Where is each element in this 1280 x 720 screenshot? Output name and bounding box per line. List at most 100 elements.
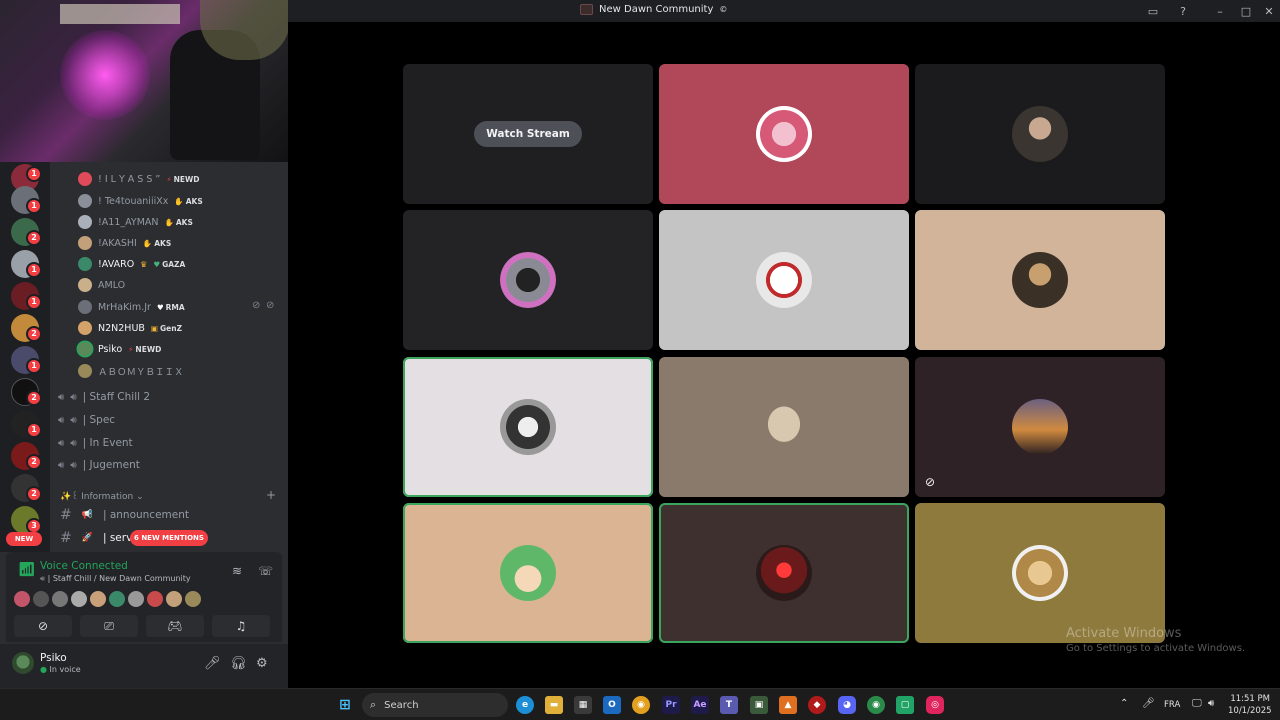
network-icon[interactable]: 🖵︎: [1192, 698, 1202, 709]
taskbar: ⊞ ⌕ Search e ▬ ▦ O ◉ Pr Ae T ▣ ▲ ◆ ◕ ◉ ▢…: [0, 688, 1280, 720]
volume-icon[interactable]: 🔊︎: [1208, 698, 1214, 709]
tag-text: NEWD: [135, 344, 162, 354]
voice-member[interactable]: Psiko ⚡ NEWD: [78, 339, 161, 359]
voice-member[interactable]: AMLO: [78, 275, 125, 295]
avatar: [756, 399, 812, 455]
avatar[interactable]: [166, 591, 182, 607]
tag-text: GAZA: [162, 259, 186, 269]
voice-channel-staff-chill-2[interactable]: 🔊︎ 🔊︎ | Staff Chill 2: [58, 387, 150, 407]
soundboard-icon[interactable]: ♫: [212, 615, 270, 637]
voice-member[interactable]: ! I L Y A S S ” ⚡ NEWD: [78, 169, 200, 189]
speaker-icon: 🔊︎: [40, 574, 46, 583]
channel-name: | announcement: [102, 509, 189, 521]
outlook-icon[interactable]: O: [603, 696, 621, 714]
voice-member[interactable]: ＡＢＯＭＹＢＩＩＸ: [78, 361, 184, 381]
avatar[interactable]: [12, 652, 34, 674]
crown-icon: ♛: [140, 259, 148, 269]
avatar[interactable]: [71, 591, 87, 607]
voice-member[interactable]: N2N2HUB ▣ GenZ: [78, 318, 182, 338]
microphone-tray-icon[interactable]: 🎤︎: [1142, 698, 1155, 709]
voice-connected-label[interactable]: Voice Connected: [40, 560, 128, 572]
close-icon[interactable]: ✕: [1258, 0, 1280, 22]
avatar[interactable]: [33, 591, 49, 607]
avatar[interactable]: [14, 591, 30, 607]
headphones-icon[interactable]: 🎧︎: [230, 656, 247, 671]
tag-icon: ⚡: [128, 344, 134, 354]
inbox-icon[interactable]: ▭: [1142, 0, 1164, 22]
screen-share-icon[interactable]: ⎚: [80, 615, 138, 637]
voice-member[interactable]: MrHaKim.Jr ♥ RMA: [78, 297, 185, 317]
participant-tile[interactable]: [659, 357, 909, 497]
noise-suppression-icon[interactable]: ≋: [232, 564, 242, 578]
participant-tile[interactable]: [659, 503, 909, 643]
disconnect-icon[interactable]: ☏: [258, 564, 273, 578]
user-status-text: In voice: [49, 665, 81, 674]
participant-tile[interactable]: [403, 503, 653, 643]
camera-off-icon[interactable]: ⊘: [14, 615, 72, 637]
voice-member[interactable]: !AKASHI ✋ AKS: [78, 233, 171, 253]
participant-tile[interactable]: [403, 357, 653, 497]
windows-start-icon[interactable]: ⊞: [336, 696, 354, 714]
new-mentions-pill[interactable]: 6 NEW MENTIONS: [130, 530, 208, 546]
user-name[interactable]: Psiko: [40, 652, 67, 664]
avatar: [78, 278, 92, 292]
voice-member[interactable]: !AVARO ♛ ♥ GAZA: [78, 254, 185, 274]
premiere-icon[interactable]: Pr: [662, 696, 680, 714]
avatar: [78, 364, 92, 378]
participant-tile[interactable]: [915, 503, 1165, 643]
avatar[interactable]: [185, 591, 201, 607]
voice-member[interactable]: !A11_AYMAN ✋ AKS: [78, 212, 193, 232]
edge-icon[interactable]: e: [516, 696, 534, 714]
add-channel-icon[interactable]: +: [266, 488, 276, 502]
microphone-icon[interactable]: 🎤︎: [204, 656, 221, 671]
voice-location[interactable]: 🔊︎ | Staff Chill / New Dawn Community: [40, 574, 191, 584]
tag-text: NEWD: [173, 174, 200, 184]
category-information[interactable]: ✨꒰ Information ⌄: [60, 490, 144, 502]
watch-stream-button[interactable]: Watch Stream: [474, 121, 582, 147]
app-icon-red[interactable]: ◆: [808, 696, 826, 714]
minimize-icon[interactable]: –: [1208, 0, 1232, 22]
voice-channel-jugement[interactable]: 🔊︎ 🔊︎ | Jugement: [58, 455, 140, 475]
voice-channel-spec[interactable]: 🔊︎ 🔊︎ | Spec: [58, 410, 115, 430]
chevron-up-icon[interactable]: ⌃: [1120, 698, 1128, 709]
participant-tile[interactable]: [659, 64, 909, 204]
new-servers-pill[interactable]: NEW: [6, 532, 42, 546]
clock[interactable]: 11:51 PM 10/1/2025: [1228, 693, 1272, 717]
gear-icon[interactable]: ⚙: [256, 656, 268, 671]
member-name: Psiko: [98, 343, 123, 355]
discord-icon[interactable]: ◕: [838, 696, 856, 714]
language-indicator[interactable]: FRA: [1164, 700, 1180, 710]
text-channel-announcement[interactable]: # 📢 | announcement: [60, 505, 189, 525]
camera-preview[interactable]: [0, 0, 288, 162]
store-icon[interactable]: ▦: [574, 696, 592, 714]
avatar[interactable]: [128, 591, 144, 607]
chrome-profile-icon[interactable]: ◉: [867, 696, 885, 714]
app-icon-pink[interactable]: ◎: [926, 696, 944, 714]
activity-icon[interactable]: 🎮︎: [146, 615, 204, 637]
voice-channel-in-event[interactable]: 🔊︎ 🔊︎ | In Event: [58, 433, 133, 453]
avatar[interactable]: [90, 591, 106, 607]
participant-tile[interactable]: [915, 210, 1165, 350]
taskbar-search[interactable]: ⌕ Search: [362, 693, 508, 717]
participant-tile[interactable]: ⊘: [915, 357, 1165, 497]
after-effects-icon[interactable]: Ae: [691, 696, 709, 714]
stream-tile[interactable]: Watch Stream: [403, 64, 653, 204]
avatar: [78, 215, 92, 229]
chrome-icon[interactable]: ◉: [632, 696, 650, 714]
participant-tile[interactable]: [915, 64, 1165, 204]
avatar[interactable]: [147, 591, 163, 607]
participant-tile[interactable]: [659, 210, 909, 350]
voice-member[interactable]: ! Te4touaniiiXx ✋ AKS: [78, 191, 203, 211]
app-icon[interactable]: ▣: [750, 696, 768, 714]
avatar[interactable]: [109, 591, 125, 607]
teams-icon[interactable]: T: [720, 696, 738, 714]
app-icon-green[interactable]: ▢: [896, 696, 914, 714]
participant-tile[interactable]: [403, 210, 653, 350]
signal-icon: 📶︎: [18, 562, 36, 578]
help-icon[interactable]: ?: [1172, 0, 1194, 22]
avatar: [500, 399, 556, 455]
app-icon-orange[interactable]: ▲: [779, 696, 797, 714]
file-explorer-icon[interactable]: ▬: [545, 696, 563, 714]
avatar[interactable]: [52, 591, 68, 607]
maximize-icon[interactable]: □: [1234, 0, 1258, 22]
